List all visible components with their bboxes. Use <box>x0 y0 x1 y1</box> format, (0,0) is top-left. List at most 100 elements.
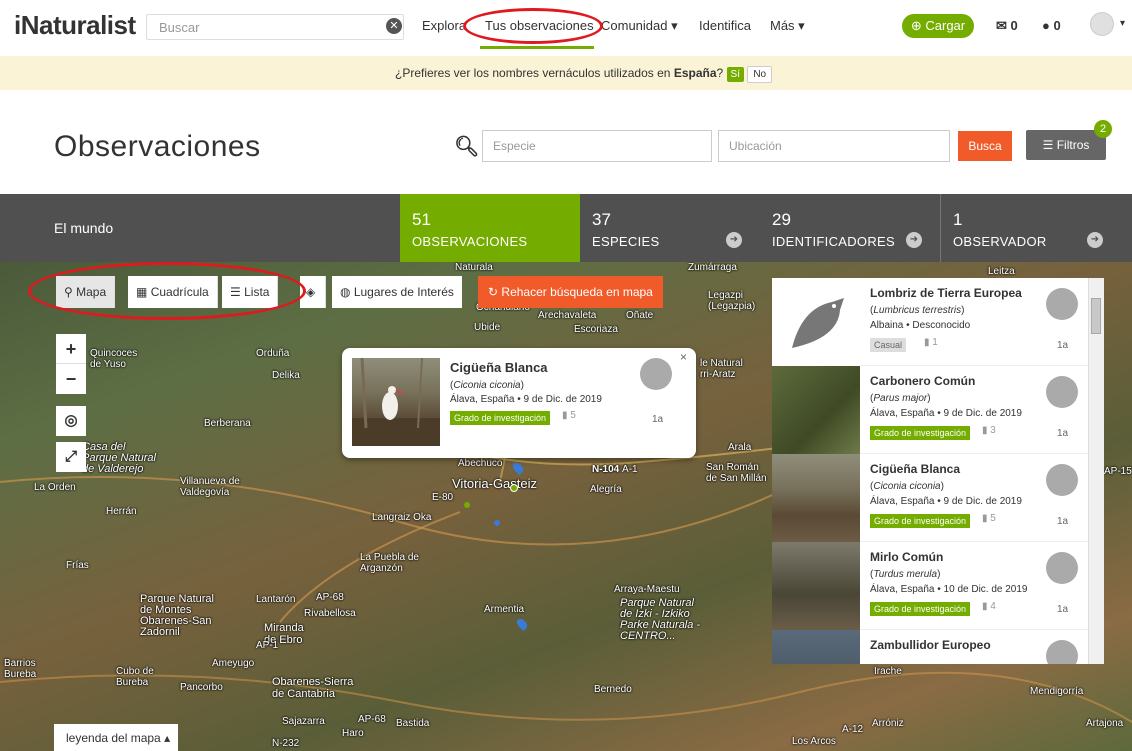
places-of-interest-button[interactable]: ◍ Lugares de Interés <box>332 276 462 308</box>
yes-button[interactable]: Sí <box>726 67 744 82</box>
popup-age: 1a <box>652 414 664 425</box>
observation-photo[interactable] <box>772 454 860 542</box>
map-marker[interactable] <box>510 484 518 492</box>
id-count: ▮ 4 <box>982 601 996 612</box>
place-name: El mundo <box>54 220 114 236</box>
observer-avatar[interactable] <box>1046 464 1078 496</box>
bird-icon <box>772 278 860 366</box>
redo-search-button[interactable]: ↻ Rehacer búsqueda en mapa <box>478 276 663 308</box>
arrow-right-icon[interactable]: ➜ <box>906 232 922 248</box>
item-name[interactable]: Mirlo Común <box>870 550 943 564</box>
observer-avatar[interactable] <box>1046 288 1078 320</box>
user-avatar[interactable] <box>1090 12 1114 36</box>
map-label: Legazpi (Legazpia) <box>708 290 756 312</box>
observer-avatar[interactable] <box>640 358 672 390</box>
filters-button[interactable]: ☰ Filtros <box>1026 130 1106 160</box>
item-location: Albaina • Desconocido <box>870 320 971 331</box>
stat-number: 29 <box>772 210 791 229</box>
observer-avatar[interactable] <box>1046 552 1078 584</box>
map-label: Orduña <box>256 348 290 359</box>
banner-text: ¿Prefieres ver los nombres vernáculos ut… <box>395 66 671 80</box>
nav-explora[interactable]: Explora <box>422 18 466 33</box>
map-label: San Román de San Millán <box>706 462 767 484</box>
search-input[interactable]: Buscar <box>146 14 404 40</box>
map-marker[interactable] <box>464 502 470 508</box>
stat-observers[interactable]: 1 OBSERVADOR ➜ <box>940 194 1110 262</box>
messages-counter[interactable]: ✉ 0 <box>996 18 1018 34</box>
close-icon[interactable]: × <box>680 350 687 364</box>
observer-avatar[interactable] <box>1046 376 1078 408</box>
popup-name[interactable]: Cigüeña Blanca <box>450 360 548 375</box>
map-label: Langraiz Oka <box>372 512 432 523</box>
notifications-counter[interactable]: ● 0 <box>1042 18 1061 33</box>
observation-popup[interactable]: Cigüeña Blanca (Ciconia ciconia) Álava, … <box>342 348 696 458</box>
banner-country: España <box>673 66 717 80</box>
map-label: Escoriaza <box>574 324 618 335</box>
locate-icon[interactable]: ◎ <box>56 406 86 436</box>
observation-map[interactable]: Naturala Zumárraga Leitza Quincoces de Y… <box>0 262 1132 751</box>
grade-badge: Grado de investigación <box>870 514 971 528</box>
map-label: Zumárraga <box>688 262 737 273</box>
item-sci: (Parus major) <box>870 393 931 404</box>
item-name[interactable]: Lombriz de Tierra Europea <box>870 286 1022 300</box>
arrow-right-icon[interactable]: ➜ <box>726 232 742 248</box>
stat-label: IDENTIFICADORES <box>772 234 895 249</box>
map-legend-button[interactable]: leyenda del mapa ▴ <box>54 724 178 751</box>
nav-mas[interactable]: Más ▾ <box>770 18 805 34</box>
list-item[interactable]: Carbonero Común (Parus major) Álava, Esp… <box>772 366 1088 454</box>
id-count: ▮ 3 <box>982 425 996 436</box>
stat-number: 51 <box>412 210 431 229</box>
id-count: ▮ 5 <box>982 513 996 524</box>
zoom-in-button[interactable]: + <box>56 334 86 364</box>
item-age: 1a <box>1057 604 1069 615</box>
list-item[interactable]: Lombriz de Tierra Europea (Lumbricus ter… <box>772 278 1088 366</box>
fullscreen-icon[interactable]: ⤢ <box>56 442 86 472</box>
inaturalist-logo[interactable]: iNaturalist <box>14 10 136 41</box>
map-label: A-1 <box>622 464 638 475</box>
list-scrollbar[interactable] <box>1088 278 1104 664</box>
map-label: Arraya-Maestu <box>614 584 680 595</box>
item-sci: (Lumbricus terrestris) <box>870 305 965 316</box>
grade-badge: Casual <box>870 338 907 352</box>
upload-button[interactable]: ⊕ Cargar <box>902 14 974 38</box>
observation-photo[interactable] <box>772 630 860 664</box>
nav-identifica[interactable]: Identifica <box>699 18 751 33</box>
list-item[interactable]: Zambullidor Europeo <box>772 630 1088 664</box>
map-label: Haro <box>342 728 364 739</box>
map-label: Obarenes-Sierra de Cantabria <box>272 676 354 700</box>
observation-list-panel[interactable]: Lombriz de Tierra Europea (Lumbricus ter… <box>772 278 1104 664</box>
item-name[interactable]: Cigüeña Blanca <box>870 462 960 476</box>
item-name[interactable]: Zambullidor Europeo <box>870 638 991 652</box>
map-label: Pancorbo <box>180 682 223 693</box>
map-label: E-80 <box>432 492 454 503</box>
observation-photo[interactable] <box>772 542 860 630</box>
zoom-out-button[interactable]: − <box>56 364 86 394</box>
no-button[interactable]: No <box>747 66 773 83</box>
nav-comunidad[interactable]: Comunidad ▾ <box>601 18 678 34</box>
search-button[interactable]: Busca <box>958 131 1012 161</box>
map-label: Los Arcos <box>792 736 836 747</box>
observer-avatar[interactable] <box>1046 640 1078 664</box>
observation-photo[interactable] <box>772 366 860 454</box>
chevron-down-icon[interactable]: ▾ <box>1120 18 1125 29</box>
list-item[interactable]: Cigüeña Blanca (Ciconia ciconia) Álava, … <box>772 454 1088 542</box>
filters-count-badge: 2 <box>1094 120 1112 138</box>
item-location: Álava, España • 9 de Dic. de 2019 <box>870 408 1022 419</box>
species-input[interactable]: Especie <box>482 130 712 162</box>
item-location: Álava, España • 9 de Dic. de 2019 <box>870 496 1022 507</box>
arrow-right-icon[interactable]: ➜ <box>1087 232 1103 248</box>
location-input[interactable]: Ubicación <box>718 130 950 162</box>
stat-species[interactable]: 37 ESPECIES ➜ <box>580 194 750 262</box>
grade-badge: Grado de investigación <box>870 426 971 440</box>
id-count: ▮ 5 <box>562 410 576 421</box>
list-item[interactable]: Mirlo Común (Turdus merula) Álava, Españ… <box>772 542 1088 630</box>
stat-observations[interactable]: 51 OBSERVACIONES <box>400 194 580 262</box>
clear-search-icon[interactable]: ✕ <box>386 18 402 34</box>
map-label: Arróniz <box>872 718 904 729</box>
map-label: Naturala <box>455 262 493 273</box>
stat-identifiers[interactable]: 29 IDENTIFICADORES ➜ <box>760 194 930 262</box>
observation-photo[interactable] <box>352 357 440 446</box>
item-name[interactable]: Carbonero Común <box>870 374 975 388</box>
map-marker[interactable] <box>494 520 500 526</box>
scrollbar-thumb[interactable] <box>1091 298 1101 334</box>
